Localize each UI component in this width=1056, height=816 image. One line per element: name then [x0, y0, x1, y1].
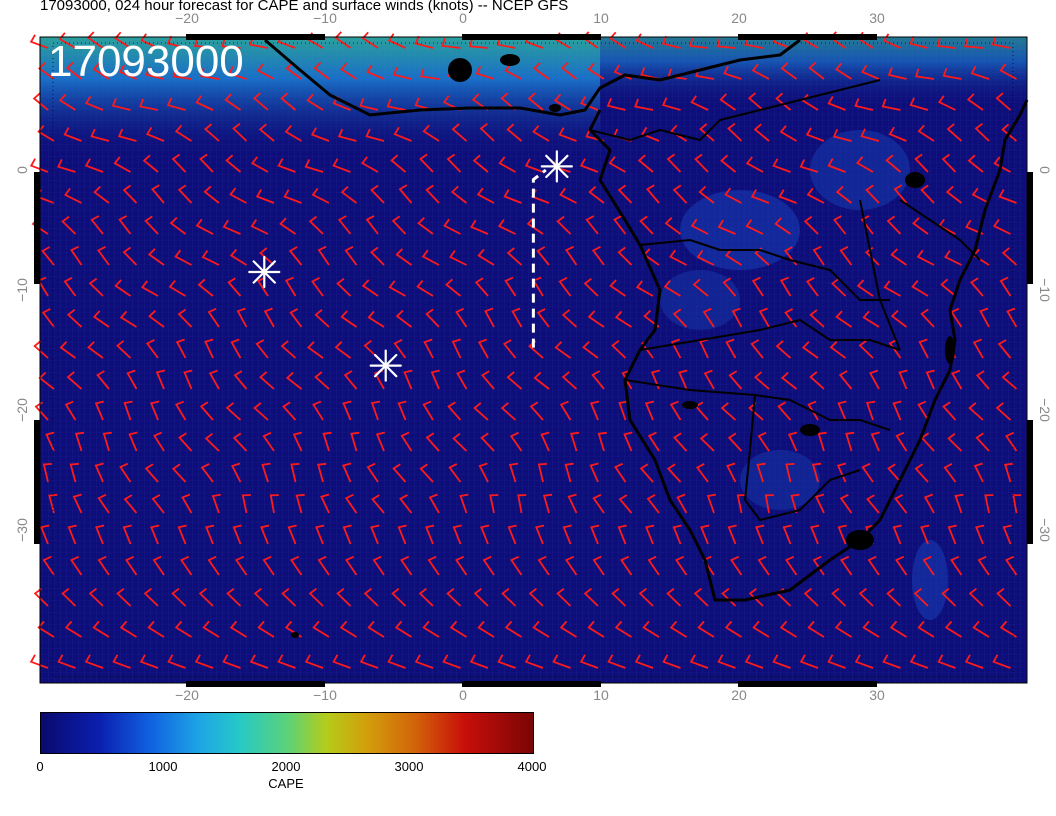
bottom-lon-tick: 0: [459, 687, 467, 703]
bottom-lon-tick: −10: [313, 687, 337, 703]
right-lat-tick: −10: [1037, 278, 1053, 302]
left-lat-tick: 0: [14, 166, 30, 174]
colorbar-label: CAPE: [268, 776, 304, 791]
colorbar-tick-3: 3000: [394, 759, 424, 774]
colorbar-tick-4: 4000: [517, 759, 547, 774]
bottom-lon-tick: 20: [731, 687, 747, 703]
cape-wind-map: −20−20−10−10001010202030300 0−10 −10−20 −20…: [14, 10, 1053, 703]
bottom-lon-tick: 10: [593, 687, 609, 703]
cape-field: [40, 37, 1027, 683]
chart-title: 17093000, 024 hour forecast for CAPE and…: [40, 0, 569, 14]
bottom-lon-tick: 30: [869, 687, 885, 703]
asterisk-marker: [369, 349, 402, 382]
top-lon-tick: 10: [593, 10, 609, 26]
asterisk-marker: [248, 255, 281, 289]
right-lat-tick: −30: [1037, 518, 1053, 542]
top-lon-tick: 30: [869, 10, 885, 26]
colorbar-tick-0: 0: [36, 759, 44, 774]
left-lat-tick: −20: [14, 398, 30, 422]
right-lat-tick: 0: [1037, 166, 1053, 174]
right-lat-tick: −20: [1037, 398, 1053, 422]
cape-colorbar: [40, 712, 534, 754]
colorbar-tick-1: 1000: [148, 759, 178, 774]
forecast-timestamp: 17093000: [48, 37, 244, 86]
left-lat-tick: −10: [14, 278, 30, 302]
asterisk-marker: [540, 150, 573, 183]
left-lat-tick: −30: [14, 518, 30, 542]
colorbar-tick-2: 2000: [271, 759, 301, 774]
top-lon-tick: 20: [731, 10, 747, 26]
bottom-lon-tick: −20: [175, 687, 199, 703]
